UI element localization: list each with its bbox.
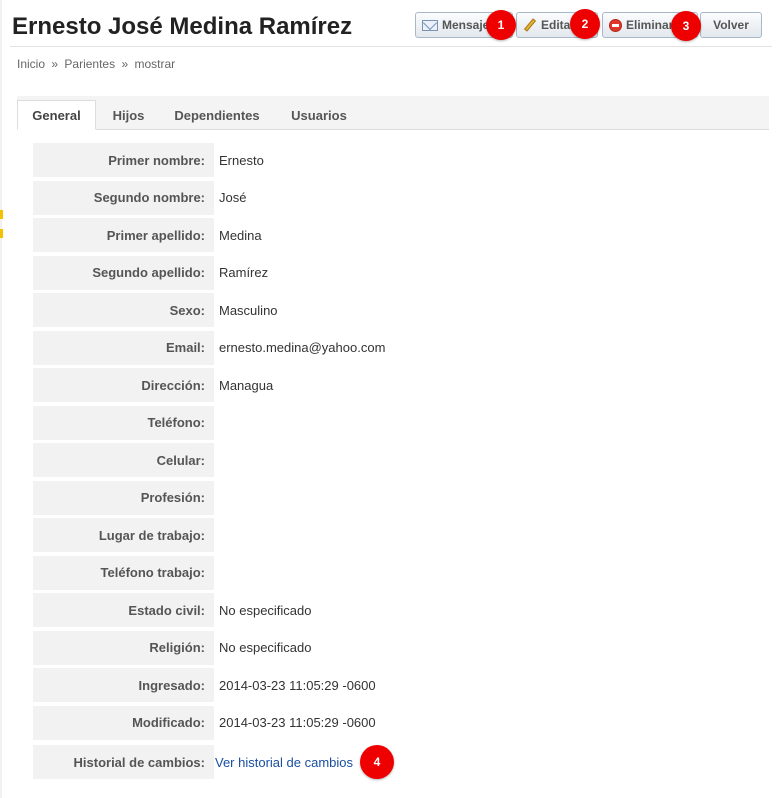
detail-row-historial: Historial de cambios: Ver historial de c… (33, 745, 773, 779)
eliminar-button-label: Eliminar (626, 18, 674, 32)
detail-label: Celular: (33, 443, 214, 477)
detail-value: 2014-03-23 11:05:29 -0600 (219, 677, 376, 693)
envelope-icon (422, 19, 438, 31)
detail-row-email: Email: ernesto.medina@yahoo.com (33, 330, 773, 365)
detail-row-segundo-apellido: Segundo apellido: Ramírez (33, 255, 773, 290)
detail-value: No especificado (219, 602, 312, 618)
tab-bar: General Hijos Dependientes Usuarios (17, 96, 769, 130)
page-title: Ernesto José Medina Ramírez (12, 13, 353, 40)
no-entry-icon (609, 18, 622, 32)
detail-label: Profesión: (33, 480, 214, 515)
detail-row-primer-nombre: Primer nombre: Ernesto (33, 143, 773, 177)
detail-label: Primer nombre: (33, 143, 214, 177)
detail-label: Modificado: (33, 705, 214, 740)
breadcrumb-separator: » (121, 57, 129, 71)
tab-hijos[interactable]: Hijos (101, 100, 156, 130)
detail-value: ernesto.medina@yahoo.com (219, 340, 386, 355)
detail-row-celular: Celular: (33, 443, 773, 477)
detail-value: José (219, 190, 247, 205)
volver-button[interactable]: Volver (700, 12, 762, 38)
callout-badge-3: 3 (671, 11, 701, 41)
breadcrumb-separator: » (51, 57, 59, 71)
breadcrumb: Inicio » Parientes » mostrar (17, 57, 175, 71)
left-edge-rule (0, 0, 2, 798)
detail-value: Ramírez (219, 265, 269, 280)
detail-row-lugar-de-trabajo: Lugar de trabajo: (33, 518, 773, 552)
breadcrumb-item-current: mostrar (134, 57, 176, 71)
detail-label: Segundo apellido: (33, 255, 214, 290)
detail-label: Sexo: (33, 293, 214, 327)
detail-row-telefono: Teléfono: (33, 405, 773, 440)
detail-row-profesion: Profesión: (33, 480, 773, 515)
detail-label: Email: (33, 330, 214, 365)
detail-row-telefono-trabajo: Teléfono trabajo: (33, 555, 773, 590)
detail-value: Masculino (219, 302, 278, 318)
breadcrumb-item-inicio[interactable]: Inicio (17, 57, 45, 71)
breadcrumb-item-parientes[interactable]: Parientes (64, 57, 115, 71)
mensaje-button-label: Mensaje (442, 18, 490, 32)
header-divider (10, 46, 772, 47)
detail-row-sexo: Sexo: Masculino (33, 293, 773, 327)
detail-value: Medina (219, 227, 262, 243)
pencil-icon (523, 18, 537, 32)
detail-label: Religión: (33, 630, 214, 665)
callout-badge-2: 2 (570, 9, 600, 39)
detail-value: Managua (219, 377, 274, 393)
detail-row-ingresado: Ingresado: 2014-03-23 11:05:29 -0600 (33, 668, 773, 702)
left-edge-marker (0, 229, 3, 238)
tab-dependientes[interactable]: Dependientes (163, 100, 271, 130)
callout-badge-1: 1 (486, 10, 516, 40)
detail-label: Primer apellido: (33, 218, 214, 252)
tab-usuarios[interactable]: Usuarios (279, 100, 359, 130)
volver-button-label: Volver (713, 18, 749, 32)
left-edge-marker (0, 210, 3, 219)
detail-value: Ernesto (219, 152, 264, 168)
detail-label: Lugar de trabajo: (33, 518, 214, 552)
detail-row-primer-apellido: Primer apellido: Medina (33, 218, 773, 252)
detail-label: Ingresado: (33, 668, 214, 702)
detail-label: Teléfono trabajo: (33, 555, 214, 590)
detail-label: Dirección: (33, 368, 214, 402)
detail-value: No especificado (219, 640, 312, 655)
detail-value: Ver historial de cambios (215, 745, 353, 779)
detail-row-segundo-nombre: Segundo nombre: José (33, 180, 773, 215)
detail-label: Historial de cambios: (33, 745, 214, 779)
detail-row-estado-civil: Estado civil: No especificado (33, 593, 773, 627)
detail-label: Teléfono: (33, 405, 214, 440)
callout-badge-4: 4 (360, 745, 394, 779)
history-link[interactable]: Ver historial de cambios (215, 755, 353, 770)
detail-row-religion: Religión: No especificado (33, 630, 773, 665)
detail-value: 2014-03-23 11:05:29 -0600 (219, 715, 376, 730)
tab-general[interactable]: General (17, 100, 96, 130)
detail-row-direccion: Dirección: Managua (33, 368, 773, 402)
detail-label: Estado civil: (33, 593, 214, 627)
detail-label: Segundo nombre: (33, 180, 214, 215)
detail-row-modificado: Modificado: 2014-03-23 11:05:29 -0600 (33, 705, 773, 740)
